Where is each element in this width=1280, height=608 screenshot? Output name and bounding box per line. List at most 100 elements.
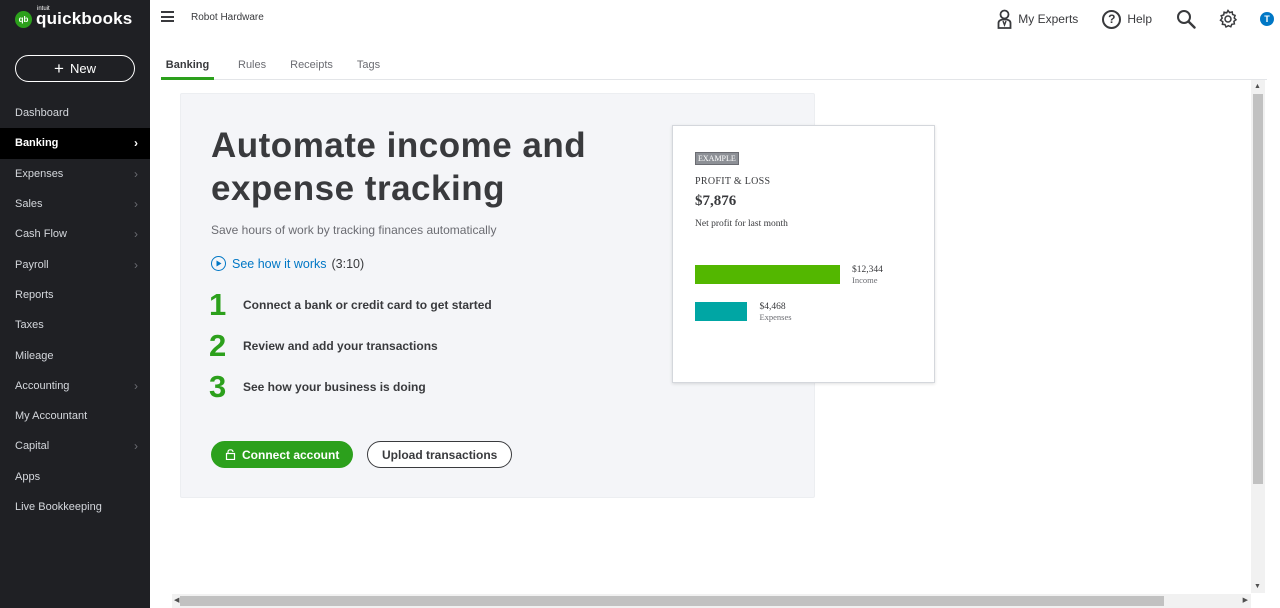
upload-transactions-label: Upload transactions xyxy=(382,447,498,462)
horizontal-scroll-thumb[interactable] xyxy=(180,596,1164,606)
gear-icon[interactable] xyxy=(1218,9,1238,29)
expenses-bar xyxy=(695,302,748,321)
tab-tags[interactable]: Tags xyxy=(357,54,380,80)
sidebar-item-accounting[interactable]: Accounting › xyxy=(0,371,150,401)
quickbooks-wordmark: quickbooks xyxy=(36,9,133,28)
plus-icon: + xyxy=(54,59,64,78)
sidebar-item-taxes[interactable]: Taxes xyxy=(0,310,150,340)
step-item: 2 Review and add your transactions xyxy=(209,325,492,366)
hamburger-menu-icon[interactable] xyxy=(161,11,174,22)
income-row: $12,344 Income xyxy=(695,265,883,285)
sidebar-item-label: Expenses xyxy=(15,167,64,180)
tab-banking[interactable]: Banking xyxy=(161,54,214,80)
scroll-down-arrow-icon[interactable]: ▼ xyxy=(1254,583,1261,590)
see-how-it-works-link[interactable]: See how it works (3:10) xyxy=(211,256,364,271)
tab-receipts[interactable]: Receipts xyxy=(290,54,333,80)
chevron-right-icon: › xyxy=(134,227,138,242)
chevron-right-icon: › xyxy=(134,136,138,151)
vertical-scroll-thumb[interactable] xyxy=(1253,94,1263,484)
expenses-amount: $4,468 xyxy=(759,302,786,312)
company-name: Robot Hardware xyxy=(191,12,264,23)
help-icon: ? xyxy=(1102,9,1122,29)
sidebar-item-capital[interactable]: Capital › xyxy=(0,431,150,461)
user-avatar[interactable]: T xyxy=(1260,12,1274,26)
scroll-left-arrow-icon[interactable]: ◀ xyxy=(174,596,179,604)
net-profit-caption: Net profit for last month xyxy=(695,219,788,229)
sidebar-item-expenses[interactable]: Expenses › xyxy=(0,159,150,189)
sidebar-item-label: Cash Flow xyxy=(15,228,67,241)
sidebar-item-mileage[interactable]: Mileage xyxy=(0,340,150,370)
help-link[interactable]: ? Help xyxy=(1102,9,1152,29)
tab-rules[interactable]: Rules xyxy=(238,54,266,80)
sidebar-item-label: Apps xyxy=(15,470,41,483)
scroll-right-arrow-icon[interactable]: ▶ xyxy=(1243,596,1248,604)
income-amount: $12,344 xyxy=(852,265,883,275)
step-number: 1 xyxy=(209,287,227,322)
upload-transactions-button[interactable]: Upload transactions xyxy=(367,441,513,468)
sidebar-item-apps[interactable]: Apps xyxy=(0,462,150,492)
sidebar-nav: Dashboard Banking › Expenses › Sales › Cash Flo… xyxy=(0,98,150,522)
profit-loss-example-card: EXAMPLE PROFIT & LOSS $7,876 Net profit … xyxy=(672,125,935,383)
sidebar-item-payroll[interactable]: Payroll › xyxy=(0,249,150,279)
help-label: Help xyxy=(1127,12,1152,26)
page-headline: Automate income and expense tracking xyxy=(211,126,587,208)
sidebar-item-live-bookkeeping[interactable]: Live Bookkeeping xyxy=(0,492,150,522)
sidebar-item-dashboard[interactable]: Dashboard xyxy=(0,98,150,128)
play-icon xyxy=(211,256,226,271)
step-number: 3 xyxy=(209,369,227,404)
horizontal-scrollbar[interactable]: ◀ ▶ xyxy=(172,594,1251,608)
scroll-up-arrow-icon[interactable]: ▲ xyxy=(1254,83,1261,90)
sidebar-item-my-accountant[interactable]: My Accountant xyxy=(0,401,150,431)
sidebar-item-label: Sales xyxy=(15,198,43,211)
steps-list: 1 Connect a bank or credit card to get st… xyxy=(209,284,492,407)
qb-logo-icon: qb xyxy=(15,10,32,28)
sidebar-item-label: Live Bookkeeping xyxy=(15,501,102,513)
my-experts-link[interactable]: My Experts xyxy=(997,9,1078,29)
sidebar-item-cash-flow[interactable]: Cash Flow › xyxy=(0,219,150,249)
connect-account-label: Connect account xyxy=(242,447,340,462)
expenses-label: Expenses xyxy=(759,312,792,322)
search-icon[interactable] xyxy=(1176,9,1196,29)
income-bar xyxy=(695,265,840,284)
step-number: 2 xyxy=(209,328,227,363)
chevron-right-icon: › xyxy=(134,439,138,454)
video-link-label: See how it works xyxy=(232,256,327,271)
expenses-row: $4,468 Expenses xyxy=(695,302,792,322)
connect-account-button[interactable]: Connect account xyxy=(211,441,354,468)
sidebar-item-label: Payroll xyxy=(15,258,49,271)
step-text: Review and add your transactions xyxy=(243,338,438,353)
step-text: Connect a bank or credit card to get sta… xyxy=(243,297,492,312)
sidebar-item-label: Mileage xyxy=(15,349,54,362)
sidebar-item-label: Capital xyxy=(15,440,50,453)
step-item: 1 Connect a bank or credit card to get st… xyxy=(209,284,492,325)
profit-loss-title: PROFIT & LOSS xyxy=(695,176,771,187)
net-profit-value: $7,876 xyxy=(695,193,737,209)
intuit-wordmark: intuit xyxy=(37,6,50,12)
sidebar-item-label: Banking xyxy=(15,137,59,150)
video-duration: (3:10) xyxy=(331,256,365,271)
sidebar-item-banking[interactable]: Banking › xyxy=(0,128,150,159)
quickbooks-logo[interactable]: qb intuit quickbooks xyxy=(15,6,133,30)
step-item: 3 See how your business is doing xyxy=(209,366,492,407)
example-badge: EXAMPLE xyxy=(695,152,739,165)
chevron-right-icon: › xyxy=(134,166,138,181)
sidebar-item-label: Reports xyxy=(15,288,54,301)
banking-tabs: Banking Rules Receipts Tags xyxy=(161,54,1267,80)
sidebar-item-sales[interactable]: Sales › xyxy=(0,189,150,219)
step-text: See how your business is doing xyxy=(243,379,426,394)
chevron-right-icon: › xyxy=(134,257,138,272)
my-experts-label: My Experts xyxy=(1018,12,1079,26)
income-label: Income xyxy=(852,275,878,285)
sidebar-item-label: My Accountant xyxy=(15,410,88,423)
sidebar: qb intuit quickbooks + New Dashboard Bank… xyxy=(0,0,150,608)
experts-person-icon xyxy=(997,9,1012,29)
chevron-right-icon: › xyxy=(134,197,138,212)
lock-icon xyxy=(225,449,236,460)
page-subhead: Save hours of work by tracking finances … xyxy=(211,223,497,237)
new-button-label: New xyxy=(69,61,96,76)
vertical-scrollbar[interactable]: ▲ ▼ xyxy=(1251,80,1265,593)
new-button[interactable]: + New xyxy=(15,55,135,82)
top-bar: Robot Hardware My Experts ? Help T xyxy=(150,0,1280,38)
sidebar-item-reports[interactable]: Reports xyxy=(0,280,150,310)
sidebar-item-label: Dashboard xyxy=(15,107,69,120)
